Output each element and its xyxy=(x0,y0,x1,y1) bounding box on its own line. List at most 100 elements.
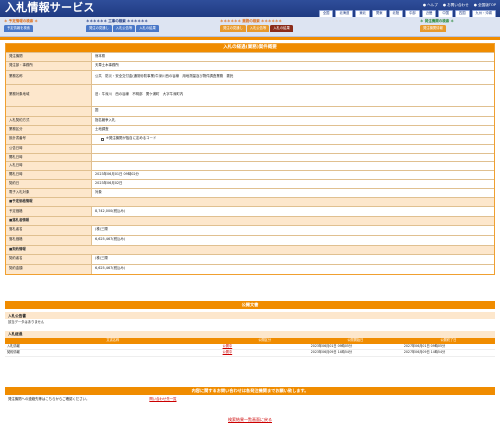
row-label: 業務名称 xyxy=(6,70,92,84)
row-label: 契約金額 xyxy=(6,264,92,274)
row-value: 旧：牛深川 西の谷線 不明部 関ケ浦町 大字牛深町内 xyxy=(92,84,494,106)
nav-group-title: ＊ 予定情報の検索 ＊ xyxy=(4,19,38,23)
table-row: 業務区分 土地調査 xyxy=(6,124,494,134)
row-value: 天草土木事務所 xyxy=(92,61,494,70)
checkbox-icon xyxy=(101,137,104,141)
row-label: 入札契約方式 xyxy=(6,116,92,125)
table-row: 契約日 2023年06月02日 xyxy=(6,179,494,189)
table-row: 契約者名 (株)三陽 xyxy=(6,253,494,264)
row-value xyxy=(92,162,494,171)
row-label: 契約日 xyxy=(6,180,92,189)
row-value-text: ※発注機関が独自に定めるコード xyxy=(106,136,157,141)
row-label: 予定価格 xyxy=(6,206,92,216)
tab-service-notice[interactable]: 入札公告等 xyxy=(246,25,270,32)
row-value: 土地調査 xyxy=(92,125,494,134)
site-header: 入札情報サービス ● ヘルプ ● お問い合わせ ● 全国版TOP 全国 北海道 … xyxy=(0,0,500,18)
doc-link[interactable]: 公開中 xyxy=(223,350,233,355)
section-title: ■落札者情報 xyxy=(9,217,30,222)
nav-group-title: ＊＊＊＊＊＊ 工事の検索 ＊＊＊＊＊＊ xyxy=(86,19,148,23)
section-header: ■契約情報 xyxy=(6,244,494,254)
table-row: 開札日時 2023年06月01日 09時02分 xyxy=(6,170,494,180)
row-label xyxy=(6,106,92,116)
site-title: 入札情報サービス xyxy=(5,1,95,14)
tab-service-result[interactable]: 入札の結果 xyxy=(270,25,293,32)
row-value: ※発注機関が独自に定めるコード xyxy=(92,134,494,144)
row-label: 設計書番号 xyxy=(6,134,92,144)
table-row: 落札価格 6,625,467(税込み) xyxy=(6,234,494,245)
nav-group-agency: ＊ 発注機関の検索 ＊ 発注機関情報 xyxy=(420,19,454,32)
row-value: 熊本県 xyxy=(92,53,494,61)
nav-group-title: ＊ 発注機関の検索 ＊ xyxy=(420,19,454,23)
nav-group-title: ＊＊＊＊＊＊ 業務の検索 ＊＊＊＊＊＊ xyxy=(220,19,282,23)
row-label: 業務区分 xyxy=(6,125,92,134)
section-header: ■落札者情報 xyxy=(6,215,494,225)
table-row: 業務名称 公共 防災・安全交付金(通常砂防事業)牛深川西の谷線 用地測量及び物件調… xyxy=(6,69,494,84)
table-row: 設計書番号 ※発注機関が独自に定めるコード xyxy=(6,133,494,144)
doc-name: 契約情報 xyxy=(5,349,221,358)
search-nav: ＊ 予定情報の検索 ＊ 予定情報を検索 ＊＊＊＊＊＊ 工事の検索 ＊＊＊＊＊＊ … xyxy=(0,17,500,37)
header-links: ● ヘルプ ● お問い合わせ ● 全国版TOP xyxy=(423,3,496,7)
row-value xyxy=(92,153,494,162)
row-value: 指名競争入札 xyxy=(92,116,494,125)
table-row: 入札日時 xyxy=(6,161,494,171)
no-data-text: 該当データはありません xyxy=(8,319,45,324)
table-row: 入札契約方式 指名競争入札 xyxy=(6,115,494,125)
tab-service-outlook[interactable]: 発注の見通し xyxy=(220,25,246,32)
row-value: 6,625,467(税込み) xyxy=(92,264,494,274)
help-link[interactable]: ● ヘルプ xyxy=(423,3,438,7)
row-label: 開札日時 xyxy=(6,153,92,162)
row-label: 落札者名 xyxy=(6,225,92,235)
tab-construction-notice[interactable]: 入札公告等 xyxy=(112,25,136,32)
table-row: 業務対象地域 旧：牛深川 西の谷線 不明部 関ケ浦町 大字牛深町内 xyxy=(6,83,494,106)
row-value: 8,742,000(税込み) xyxy=(92,206,494,216)
row-value: 対象 xyxy=(92,189,494,198)
row-label: 入札日時 xyxy=(6,162,92,171)
doc-link[interactable]: 公開中 xyxy=(223,344,233,348)
row-value: 図 xyxy=(92,106,494,116)
table-row: 契約金額 6,625,467(税込み) xyxy=(6,263,494,274)
row-value xyxy=(92,144,494,153)
table-row: 開札日時 xyxy=(6,152,494,162)
row-label: 契約者名 xyxy=(6,254,92,264)
row-label: 公告日時 xyxy=(6,144,92,153)
tab-construction-result[interactable]: 入札の結果 xyxy=(136,25,159,32)
table-row: 公告日時 xyxy=(6,143,494,153)
section-title: ■予定価格情報 xyxy=(9,199,33,204)
contact-section: 内容に関するお問い合わせは各発注機関までお願い致します。 発注機関への連絡先等は… xyxy=(5,387,495,405)
tab-schedule-search[interactable]: 予定情報を検索 xyxy=(4,25,34,32)
tab-construction-outlook[interactable]: 発注の見通し xyxy=(86,25,112,32)
row-label: 発注機関 xyxy=(6,53,92,61)
table-row: 発注機関 熊本県 xyxy=(6,52,494,61)
row-value: (株)三陽 xyxy=(92,254,494,264)
back-to-results-link[interactable]: 検索結果一覧画面に戻る xyxy=(0,417,500,423)
row-label: 落札価格 xyxy=(6,235,92,245)
table-row: 予定価格 8,742,000(税込み) xyxy=(6,205,494,216)
detail-table: 入札の経過(業務)案件概要 発注機関 熊本県 発注部・事務所 天草土木事務所 業務名… xyxy=(5,43,495,275)
section-header: ■予定価格情報 xyxy=(6,197,494,206)
table-row: 電子入札対象 対象 xyxy=(6,188,494,198)
national-top-link[interactable]: ● 全国版TOP xyxy=(474,3,496,7)
row-label: 開札日時 xyxy=(6,171,92,180)
tab-agency-info[interactable]: 発注機関情報 xyxy=(420,25,446,32)
nav-group-construction: ＊＊＊＊＊＊ 工事の検索 ＊＊＊＊＊＊ 発注の見通し 入札公告等 入札の結果 xyxy=(86,19,159,32)
section-title: ■契約情報 xyxy=(9,246,26,251)
row-label: 業務対象地域 xyxy=(6,84,92,106)
nav-divider xyxy=(0,37,500,40)
row-value: 2023年06月01日 09時02分 xyxy=(92,171,494,180)
contact-list-link[interactable]: 問い合わせ先一覧 xyxy=(149,397,176,402)
public-documents: 公開文書 入札公告書 該当データはありません 入札経過 文書名称 公開区分 公開… xyxy=(5,301,495,358)
doc-start: 2023年06月09日 14時54分 xyxy=(308,349,402,358)
table-row: 落札者名 (株)三陽 xyxy=(6,224,494,235)
row-value: (株)三陽 xyxy=(92,225,494,235)
detail-title: 入札の経過(業務)案件概要 xyxy=(6,44,494,52)
notice-subheading: 入札公告書 xyxy=(5,312,495,320)
row-value: 2023年06月02日 xyxy=(92,180,494,189)
nav-group-service: ＊＊＊＊＊＊ 業務の検索 ＊＊＊＊＊＊ 発注の見通し 入札公告等 入札の結果 xyxy=(220,19,293,32)
doc-end: 2027年06月09日 14時54分 xyxy=(401,349,495,358)
public-documents-title: 公開文書 xyxy=(5,301,495,309)
documents-table: 文書名称 公開区分 公開開始日 公開終了日 入札情報 公開中 2023年06月0… xyxy=(5,338,495,358)
table-row: 発注部・事務所 天草土木事務所 xyxy=(6,60,494,70)
nav-group-schedule: ＊ 予定情報の検索 ＊ 予定情報を検索 xyxy=(4,19,38,32)
contact-band: 内容に関するお問い合わせは各発注機関までお願い致します。 xyxy=(5,387,495,395)
contact-link[interactable]: ● お問い合わせ xyxy=(443,3,469,7)
